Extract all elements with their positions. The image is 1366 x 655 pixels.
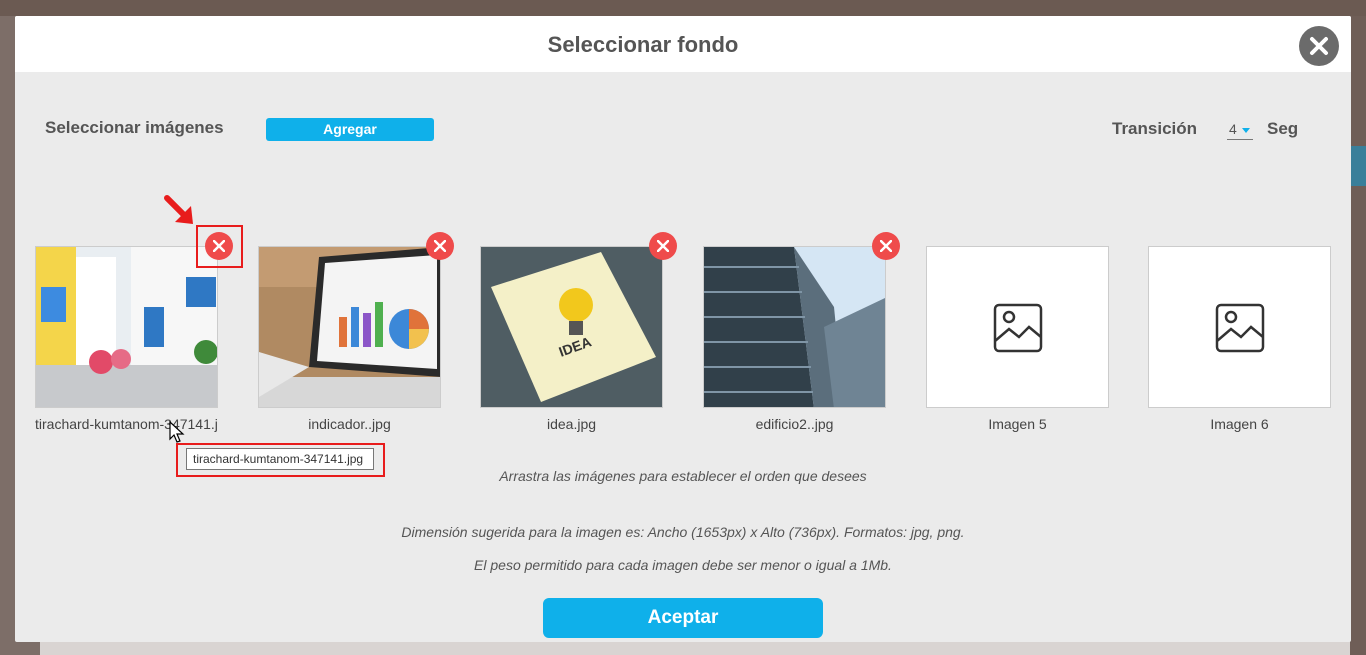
modal-header: Seleccionar fondo (15, 16, 1351, 72)
filename-tooltip: tirachard-kumtanom-347141.jpg (186, 448, 374, 470)
weight-hint: El peso permitido para cada imagen debe … (474, 557, 892, 573)
image-caption: indicador..jpg (308, 416, 391, 432)
chevron-down-icon (1242, 128, 1250, 133)
seconds-label: Seg (1267, 119, 1299, 138)
image-caption: Imagen 6 (1210, 416, 1269, 432)
close-icon (434, 240, 446, 252)
transition-label: Transición (1112, 119, 1198, 138)
image-preview (703, 246, 886, 408)
image-preview (35, 246, 218, 408)
remove-image-button-3[interactable] (649, 232, 677, 260)
image-thumbnail-2[interactable]: indicador..jpg (258, 246, 441, 432)
laptop-photo (259, 247, 440, 407)
image-thumbnail-5[interactable]: Imagen 5 (926, 246, 1109, 432)
close-icon (657, 240, 669, 252)
dimension-hint: Dimensión sugerida para la imagen es: An… (401, 524, 965, 540)
transition-select[interactable]: 4 (1227, 120, 1253, 140)
background-topbar (0, 0, 1366, 16)
street-photo (36, 247, 217, 407)
image-preview: IDEA (480, 246, 663, 408)
transition-value: 4 (1229, 121, 1237, 137)
image-preview (258, 246, 441, 408)
remove-image-button-4[interactable] (872, 232, 900, 260)
notebook-photo: IDEA (481, 247, 662, 407)
image-caption: tirachard-kumtanom-347141.jpg (35, 416, 218, 432)
select-background-modal: Seleccionar fondo Seleccionar imágenes A… (15, 16, 1351, 642)
accept-button[interactable]: Aceptar (543, 598, 823, 638)
image-caption: Imagen 5 (988, 416, 1047, 432)
remove-image-button-2[interactable] (426, 232, 454, 260)
image-icon (993, 303, 1043, 353)
add-button[interactable]: Agregar (266, 118, 434, 141)
image-caption: edificio2..jpg (755, 416, 834, 432)
image-icon (1215, 303, 1265, 353)
select-images-label: Seleccionar imágenes (45, 118, 224, 137)
drag-hint: Arrastra las imágenes para establecer el… (499, 468, 867, 484)
image-thumbnail-6[interactable]: Imagen 6 (1148, 246, 1331, 432)
image-thumbnail-1[interactable]: tirachard-kumtanom-347141.jpg (35, 246, 218, 432)
image-placeholder (1148, 246, 1331, 408)
image-caption: idea.jpg (546, 416, 597, 432)
background-rightbar (1350, 16, 1366, 655)
mouse-cursor-icon (169, 421, 185, 443)
close-button[interactable] (1299, 26, 1339, 66)
close-icon (1310, 37, 1328, 55)
close-icon (880, 240, 892, 252)
building-photo (704, 247, 885, 407)
image-thumbnail-3[interactable]: IDEA idea.jpg (480, 246, 663, 432)
red-arrow-icon (164, 195, 193, 224)
image-placeholder (926, 246, 1109, 408)
image-thumbnail-4[interactable]: edificio2..jpg (703, 246, 886, 432)
modal-title: Seleccionar fondo (547, 32, 739, 57)
annotation-highlight-box (196, 225, 243, 268)
